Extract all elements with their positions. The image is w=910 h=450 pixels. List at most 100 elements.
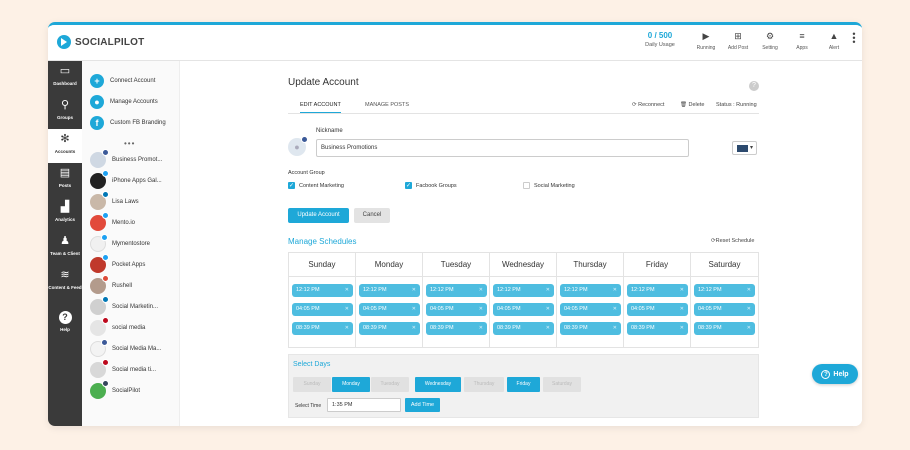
tab-manage-posts[interactable]: MANAGE POSTS — [365, 102, 409, 108]
main-content: Update Account ? EDIT ACCOUNT MANAGE POS… — [180, 61, 862, 426]
account-item[interactable]: Social Marketin... — [90, 296, 158, 315]
close-icon[interactable]: ✕ — [747, 284, 751, 297]
account-item[interactable]: Social Media Ma... — [90, 339, 161, 357]
apps-button[interactable]: ≡ Apps — [787, 31, 817, 51]
add-post-button[interactable]: ⊞ Add Post — [723, 31, 753, 51]
tab-edit-account[interactable]: EDIT ACCOUNT — [300, 102, 341, 113]
close-icon[interactable]: ✕ — [680, 322, 684, 335]
close-icon[interactable]: ✕ — [412, 322, 416, 335]
time-slot[interactable]: 12:12 PM ✕ — [694, 284, 755, 297]
close-icon[interactable]: ✕ — [479, 322, 483, 335]
nav-groups[interactable]: ⚲ Groups — [48, 95, 82, 129]
account-item[interactable]: Rushell — [90, 275, 132, 294]
close-icon[interactable]: ✕ — [345, 303, 349, 316]
close-icon[interactable]: ✕ — [747, 303, 751, 316]
help-question-icon[interactable]: ? — [749, 81, 759, 91]
close-icon[interactable]: ✕ — [546, 322, 550, 335]
reset-schedule-button[interactable]: ⟳Reset Schedule — [711, 238, 754, 244]
close-icon[interactable]: ✕ — [613, 322, 617, 335]
account-item[interactable]: Business Promot... — [90, 149, 162, 168]
close-icon[interactable]: ✕ — [345, 322, 349, 335]
color-picker[interactable]: ▾ — [732, 141, 757, 155]
group-checkbox-social-marketing[interactable]: Social Marketing — [523, 182, 575, 189]
close-icon[interactable]: ✕ — [680, 284, 684, 297]
nickname-label: Nickname — [316, 128, 343, 134]
alert-button[interactable]: ▲ Alert — [819, 31, 849, 51]
day-pill-sunday[interactable]: Sunday — [293, 377, 331, 392]
day-pill-monday[interactable]: Monday — [332, 377, 370, 392]
close-icon[interactable]: ✕ — [546, 303, 550, 316]
account-item[interactable]: Mento.io — [90, 212, 135, 231]
logo[interactable]: SOCIALPILOT — [57, 35, 144, 49]
nav-content-feed[interactable]: ≋ Content & Feed — [48, 265, 82, 303]
time-slot[interactable]: 04:05 PM ✕ — [627, 303, 688, 316]
account-item[interactable]: social media — [90, 317, 145, 336]
time-slot[interactable]: 08:39 PM ✕ — [627, 322, 688, 335]
time-slot[interactable]: 12:12 PM ✕ — [560, 284, 621, 297]
add-time-button[interactable]: Add Time — [405, 398, 440, 412]
close-icon[interactable]: ✕ — [479, 303, 483, 316]
close-icon[interactable]: ✕ — [613, 303, 617, 316]
time-slot[interactable]: 08:39 PM ✕ — [493, 322, 554, 335]
time-slot[interactable]: 08:39 PM ✕ — [426, 322, 487, 335]
nickname-input[interactable]: Business Promotions — [316, 139, 689, 157]
time-slot[interactable]: 04:05 PM ✕ — [426, 303, 487, 316]
close-icon[interactable]: ✕ — [345, 284, 349, 297]
custom-fb-branding-button[interactable]: f Custom FB Branding — [90, 116, 166, 130]
close-icon[interactable]: ✕ — [613, 284, 617, 297]
help-floating-button[interactable]: ? Help — [812, 364, 858, 384]
nav-dashboard[interactable]: ▭ Dashboard — [48, 61, 82, 95]
time-slot[interactable]: 12:12 PM ✕ — [359, 284, 420, 297]
day-pill-saturday[interactable]: Saturday — [543, 377, 581, 392]
time-slot[interactable]: 08:39 PM ✕ — [292, 322, 353, 335]
close-icon[interactable]: ✕ — [479, 284, 483, 297]
nav-label: Help — [60, 327, 70, 332]
running-button[interactable]: ▶ Running — [691, 31, 721, 51]
time-slot[interactable]: 04:05 PM ✕ — [694, 303, 755, 316]
nav-accounts[interactable]: ✻ Accounts — [48, 129, 82, 163]
more-vertical-icon[interactable]: • • • — [850, 30, 858, 47]
account-item[interactable]: Pocket Apps — [90, 254, 145, 273]
close-icon[interactable]: ✕ — [546, 284, 550, 297]
manage-accounts-button[interactable]: ● Manage Accounts — [90, 95, 158, 109]
account-item[interactable]: Social media ti... — [90, 359, 156, 378]
group-checkbox-facbook-groups[interactable]: ✓ Facbook Groups — [405, 182, 457, 189]
time-slot[interactable]: 04:05 PM ✕ — [292, 303, 353, 316]
day-pill-thursday[interactable]: Thursday — [464, 377, 504, 392]
nav-posts[interactable]: ▤ Posts — [48, 163, 82, 197]
account-item[interactable]: SocialPilot — [90, 380, 140, 399]
update-account-button[interactable]: Update Account — [288, 208, 349, 223]
account-item[interactable]: Mymentostore — [90, 234, 150, 252]
delete-button[interactable]: 🗑 Delete — [680, 102, 704, 108]
setting-button[interactable]: ⚙ Setting — [755, 31, 785, 51]
more-accounts-button[interactable]: ••• — [124, 139, 135, 148]
close-icon[interactable]: ✕ — [412, 303, 416, 316]
account-item[interactable]: iPhone Apps Gal... — [90, 170, 162, 189]
close-icon[interactable]: ✕ — [747, 322, 751, 335]
time-slot[interactable]: 04:05 PM ✕ — [493, 303, 554, 316]
account-item[interactable]: Lisa Laws — [90, 191, 139, 210]
time-slot[interactable]: 12:12 PM ✕ — [493, 284, 554, 297]
nav-team-client[interactable]: ♟ Team & Client — [48, 231, 82, 265]
time-slot[interactable]: 12:12 PM ✕ — [292, 284, 353, 297]
day-pill-wednesday[interactable]: Wednesday — [415, 377, 461, 392]
time-slot[interactable]: 04:05 PM ✕ — [560, 303, 621, 316]
time-slot[interactable]: 08:39 PM ✕ — [359, 322, 420, 335]
time-slot[interactable]: 04:05 PM ✕ — [359, 303, 420, 316]
connect-account-button[interactable]: + Connect Account — [90, 74, 155, 88]
cancel-button[interactable]: Cancel — [354, 208, 390, 223]
time-slot[interactable]: 08:39 PM ✕ — [560, 322, 621, 335]
nav-help[interactable]: ? Help — [48, 303, 82, 337]
time-slot[interactable]: 08:39 PM ✕ — [694, 322, 755, 335]
close-icon[interactable]: ✕ — [412, 284, 416, 297]
reconnect-button[interactable]: ⟳ Reconnect — [632, 102, 664, 108]
nav-analytics[interactable]: ▟ Analytics — [48, 197, 82, 231]
time-slot[interactable]: 12:12 PM ✕ — [627, 284, 688, 297]
group-checkbox-content-marketing[interactable]: ✓ Content Marketing — [288, 182, 344, 189]
time-slot[interactable]: 12:12 PM ✕ — [426, 284, 487, 297]
close-icon[interactable]: ✕ — [680, 303, 684, 316]
day-pill-tuesday[interactable]: Tuesday — [371, 377, 409, 392]
select-time-input[interactable]: 1:35 PM — [327, 398, 401, 412]
left-nav: ▭ Dashboard ⚲ Groups ✻ Accounts ▤ Posts ▟ Ana… — [48, 61, 82, 426]
day-pill-friday[interactable]: Friday — [507, 377, 540, 392]
